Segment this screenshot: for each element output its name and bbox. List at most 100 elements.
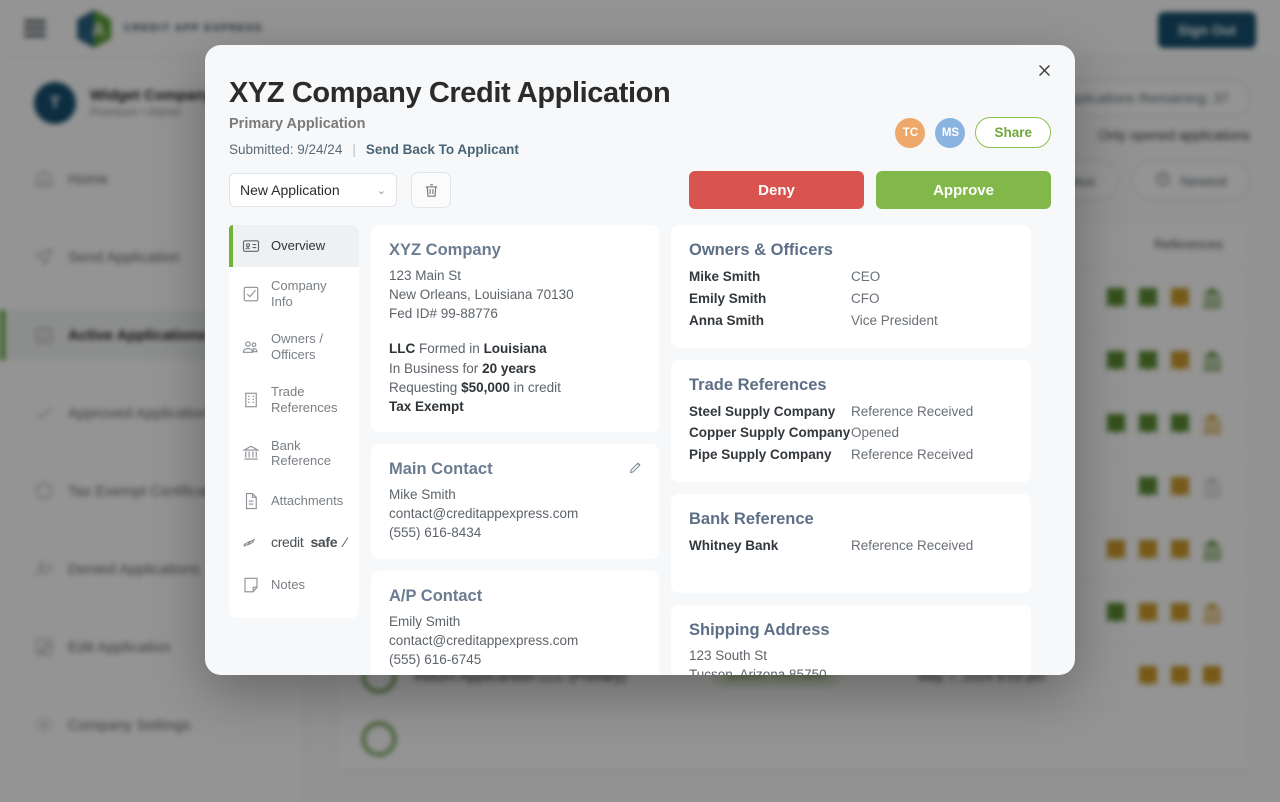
trade-reference-status: Opened: [851, 425, 900, 441]
avatar[interactable]: TC: [895, 117, 926, 148]
close-icon[interactable]: [1031, 59, 1057, 85]
shipping-address-card: Shipping Address 123 South St Tucson, Ar…: [671, 605, 1031, 675]
ap-contact-phone: (555) 616-6745: [389, 651, 482, 667]
requesting-label: Requesting: [389, 379, 458, 395]
send-back-to-applicant-link[interactable]: Send Back To Applicant: [366, 142, 519, 157]
formed-in-label: Formed in: [419, 341, 480, 357]
modal-nav-item-company-info[interactable]: Company Info: [229, 267, 359, 320]
main-contact-title: Main Contact: [389, 460, 493, 479]
bank-name: Whitney Bank: [689, 538, 779, 554]
application-type-select[interactable]: New Application ⌄: [229, 173, 397, 207]
modal-nav-label: credit safe ⁄: [271, 534, 347, 551]
company-city-state-zip: New Orleans, Louisiana 70130: [389, 287, 574, 303]
requesting-amount: $50,000: [461, 379, 510, 395]
ap-contact-title: A/P Contact: [389, 586, 483, 605]
trade-reference-row: Steel Supply Company Reference Received: [689, 401, 1013, 423]
modal-header-actions: TC MS Share: [895, 117, 1051, 148]
modal-nav-label: Overview: [271, 238, 326, 254]
owners-officers-row: Emily Smith CFO: [689, 288, 1013, 310]
modal-nav-label: Bank Reference: [271, 437, 331, 469]
tax-exempt-flag: Tax Exempt: [389, 398, 464, 414]
main-contact-card: Main Contact Mike Smith contact@creditap…: [371, 444, 659, 559]
deny-button[interactable]: Deny: [689, 171, 864, 209]
ap-contact-name: Emily Smith: [389, 613, 461, 629]
ap-contact-email: contact@creditappexpress.com: [389, 632, 579, 648]
owners-officers-title: Owners & Officers: [689, 241, 833, 259]
in-business-value: 20 years: [482, 360, 537, 376]
meta-separator: |: [352, 142, 356, 157]
owner-name: Anna Smith: [689, 312, 765, 328]
owners-officers-card: Owners & Officers Mike Smith CEO Emily S…: [671, 225, 1031, 348]
company-in-business: In Business for 20 years: [389, 359, 641, 378]
modal-nav-item-owners-officers[interactable]: Owners / Officers: [229, 320, 359, 373]
modal-nav-item-bank-reference[interactable]: Bank Reference: [229, 427, 359, 480]
note-icon: [241, 575, 261, 595]
modal-section-nav: Overview Company Info Owners / Officers …: [229, 225, 359, 618]
trade-references-title: Trade References: [689, 375, 827, 394]
in-business-label: In Business for: [389, 360, 479, 376]
owner-name: Emily Smith: [689, 290, 767, 306]
modal-nav-label: Owners / Officers: [271, 331, 324, 362]
company-card-title: XYZ Company: [389, 241, 501, 259]
submitted-date: Submitted: 9/24/24: [229, 142, 343, 157]
modal-nav-item-creditsafe[interactable]: credit safe ⁄: [229, 522, 359, 564]
creditsafe-logo-icon: [241, 533, 261, 553]
ap-contact-card: A/P Contact Emily Smith contact@creditap…: [371, 570, 659, 675]
building-icon: [241, 390, 261, 410]
trade-reference-name: Steel Supply Company: [689, 403, 836, 419]
id-card-icon: [241, 236, 261, 256]
document-icon: [241, 491, 261, 511]
modal-nav-label: Attachments: [271, 492, 344, 508]
modal-nav-label: Notes: [271, 576, 305, 592]
owners-officers-row: Mike Smith CEO: [689, 266, 1013, 288]
trade-reference-status: Reference Received: [851, 403, 974, 419]
trade-reference-row: Pipe Supply Company Reference Received: [689, 444, 1013, 466]
avatar[interactable]: MS: [935, 117, 966, 148]
page-title: XYZ Company Credit Application: [229, 77, 671, 109]
owner-role: CEO: [851, 269, 881, 284]
shipping-street: 123 South St: [689, 648, 768, 664]
trash-icon: [425, 183, 437, 197]
modal-middle-column: XYZ Company 123 Main St New Orleans, Lou…: [371, 225, 659, 675]
trade-reference-name: Copper Supply Company: [689, 425, 851, 441]
owner-name: Mike Smith: [689, 269, 761, 284]
modal-nav-item-notes[interactable]: Notes: [229, 564, 359, 606]
entity-type: LLC: [389, 341, 416, 357]
bank-icon: [241, 443, 261, 463]
trade-reference-row: Copper Supply Company Opened: [689, 422, 1013, 444]
delete-application-button[interactable]: [411, 172, 451, 208]
people-icon: [241, 337, 261, 357]
trade-reference-name: Pipe Supply Company: [689, 447, 832, 463]
company-street: 123 Main St: [389, 268, 462, 283]
modal-nav-item-attachments[interactable]: Attachments: [229, 480, 359, 522]
bank-reference-status: Reference Received: [851, 538, 974, 554]
company-formation: LLC Formed in Louisiana: [389, 339, 641, 358]
bank-reference-row: Whitney Bank Reference Received: [689, 535, 1013, 557]
shipping-city-state-zip: Tucson, Arizona 85750: [689, 667, 827, 675]
shipping-address-title: Shipping Address: [689, 621, 830, 640]
main-contact-email: contact@creditappexpress.com: [389, 506, 579, 522]
modal-nav-item-trade-references[interactable]: Trade References: [229, 373, 359, 426]
owner-role: CFO: [851, 290, 880, 306]
modal-nav-label: Company Info: [271, 278, 327, 309]
application-type-select-value: New Application: [240, 182, 340, 198]
share-button[interactable]: Share: [975, 117, 1051, 148]
company-requesting: Requesting $50,000 in credit: [389, 378, 641, 397]
modal-nav-label: Trade References: [271, 384, 338, 415]
pencil-icon[interactable]: [628, 460, 643, 480]
company-fed-id: Fed ID# 99-88776: [389, 306, 498, 322]
chevron-down-icon: ⌄: [376, 184, 386, 197]
trade-reference-status: Reference Received: [851, 447, 974, 463]
company-card: XYZ Company 123 Main St New Orleans, Lou…: [371, 225, 659, 433]
main-contact-phone: (555) 616-8434: [389, 525, 482, 541]
modal-nav-item-overview[interactable]: Overview: [229, 225, 359, 267]
main-contact-name: Mike Smith: [389, 487, 456, 503]
bank-reference-card: Bank Reference Whitney Bank Reference Re…: [671, 494, 1031, 594]
credit-application-modal: XYZ Company Credit Application Primary A…: [205, 45, 1075, 675]
modal-right-column: Owners & Officers Mike Smith CEO Emily S…: [671, 225, 1031, 675]
owners-officers-row: Anna Smith Vice President: [689, 310, 1013, 332]
approve-button[interactable]: Approve: [876, 171, 1051, 209]
check-square-icon: [241, 284, 261, 304]
owner-role: Vice President: [851, 312, 938, 328]
formed-state: Louisiana: [483, 341, 547, 357]
